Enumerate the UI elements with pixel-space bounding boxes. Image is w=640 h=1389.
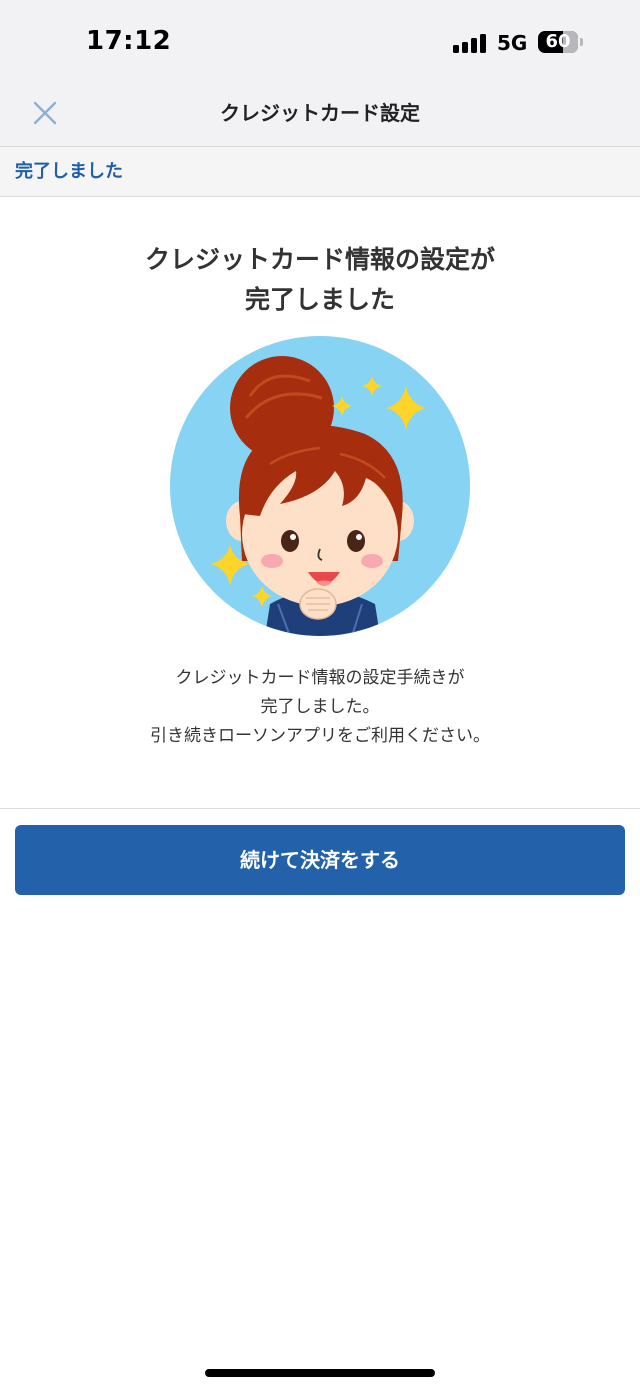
home-indicator[interactable] <box>205 1369 435 1377</box>
status-time: 17:12 <box>86 26 172 56</box>
battery-cap <box>580 38 583 46</box>
message-line: 引き続きローソンアプリをご利用ください。 <box>150 726 490 746</box>
divider <box>0 808 640 809</box>
message-line: 完了しました。 <box>260 697 380 717</box>
page-title: クレジットカード設定 <box>220 101 420 125</box>
headline-line: クレジットカード情報の設定が <box>144 245 495 274</box>
battery-level: 60 <box>545 31 571 52</box>
signal-icon <box>453 33 489 53</box>
message-line: クレジットカード情報の設定手続きが <box>175 668 465 688</box>
nav-bar: クレジットカード設定 <box>0 88 640 147</box>
mascot-illustration <box>170 336 470 636</box>
continue-payment-button[interactable]: 続けて決済をする <box>15 825 625 895</box>
step-indicator: 完了しました <box>0 147 640 197</box>
completion-message: クレジットカード情報の設定手続きが 完了しました。 引き続きローソンアプリをご利… <box>60 664 580 751</box>
battery-icon: 60 <box>538 31 578 53</box>
completion-headline: クレジットカード情報の設定が 完了しました <box>60 240 580 320</box>
close-button[interactable] <box>26 94 64 132</box>
close-icon <box>33 101 57 125</box>
network-type: 5G <box>497 31 528 55</box>
mascot-clerk-illustration <box>170 336 470 636</box>
headline-line: 完了しました <box>244 285 395 314</box>
step-label: 完了しました <box>15 161 123 182</box>
status-bar: 17:12 5G 60 <box>0 0 640 88</box>
